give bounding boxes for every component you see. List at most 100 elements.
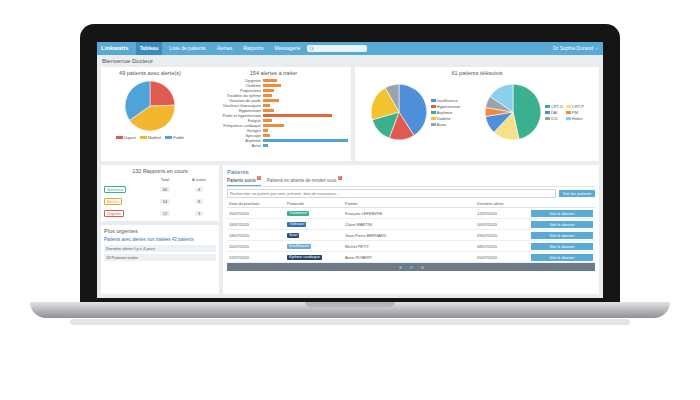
- legend-item: Insuffisance: [431, 98, 461, 103]
- open-record-button[interactable]: Voir le dossier: [531, 254, 593, 261]
- open-record-button[interactable]: Voir le dossier: [531, 221, 593, 228]
- search-button[interactable]: Voir les patients: [559, 190, 595, 197]
- logo[interactable]: Linkwatts: [101, 44, 129, 53]
- bar-track: [263, 104, 348, 107]
- monitored-card: 61 patients télésuivisInsuffisanceHypert…: [355, 67, 599, 161]
- status-badge[interactable]: Alertes: [104, 198, 122, 205]
- patient-cell: François LEFEBVRE: [343, 211, 475, 216]
- bottom-row: 132 Rapports en coursTotalÀ traiterNorma…: [101, 165, 599, 294]
- page-dot[interactable]: [410, 266, 413, 269]
- page-dot[interactable]: [421, 266, 424, 269]
- alerts-bar-section: 154 alertes à traiterDyspnéeOedèmePalpit…: [199, 70, 348, 158]
- protocol-tag: Télésuivi: [287, 222, 306, 227]
- legend-swatch: [431, 111, 436, 114]
- status-badge[interactable]: Normaux: [104, 186, 126, 193]
- legend-swatch: [165, 136, 172, 139]
- urgent-item[interactable]: 18 Patients traités: [104, 254, 216, 261]
- patient-cell: Anne ROBERT: [343, 255, 475, 260]
- reports-row: Normaux664: [104, 184, 216, 194]
- open-record-button[interactable]: Voir le dossier: [531, 232, 593, 239]
- status-badge[interactable]: Urgents: [104, 210, 124, 217]
- patients-table: Date du prochainProtocolePatientDernière…: [227, 200, 595, 271]
- laptop-bezel: Linkwatts TableauListe de patients Alertes…: [80, 24, 620, 302]
- nav-bar: Linkwatts TableauListe de patients Alertes…: [97, 42, 603, 55]
- reports-row: Urgents123: [104, 208, 216, 218]
- legend-item: Diabète: [431, 116, 461, 121]
- bar-row: Vertiges: [199, 128, 348, 133]
- nav-item[interactable]: Liste de patients: [165, 42, 209, 55]
- card-title: Patients: [227, 169, 595, 176]
- tab-badge: 5: [257, 176, 261, 180]
- table-row[interactable]: 15/07/2020TraitementFrançois LEFEBVRE12/…: [227, 208, 595, 219]
- nav-item[interactable]: Rapports: [239, 42, 267, 55]
- date-cell: 18/07/2020: [227, 233, 285, 238]
- legend-swatch: [431, 117, 436, 120]
- bar-label: Poids et hypertension: [199, 113, 261, 118]
- bar-label: Syncope: [199, 133, 261, 138]
- bar: [263, 99, 279, 102]
- search-field[interactable]: [307, 45, 367, 52]
- bar-row: Palpitations: [199, 88, 348, 93]
- bar: [263, 139, 348, 142]
- bar-label: Variation de poids: [199, 98, 261, 103]
- reports-card: 132 Rapports en coursTotalÀ traiterNorma…: [101, 165, 219, 221]
- legend-item: DAI: [545, 110, 563, 115]
- column-header: Total: [148, 177, 182, 182]
- table-row[interactable]: 18/07/2020SuiviJean-Pierre BERNARD09/07/…: [227, 230, 595, 241]
- tab[interactable]: Patients en attente de rendez-vous2: [267, 178, 342, 186]
- legend-swatch: [116, 136, 123, 139]
- column-header: À traiter: [182, 177, 216, 182]
- alert-cell: 09/07/2020: [475, 233, 529, 238]
- pie-group: CRT-DCRT-PDAIPMICDHolter: [484, 83, 584, 141]
- bar-label: Troubles du rythme: [199, 93, 261, 98]
- bar: [263, 129, 268, 132]
- nav-item[interactable]: Tableau: [136, 42, 163, 55]
- bar: [263, 124, 284, 127]
- table-row[interactable]: 22/07/2020Rythme cardiaqueAnne ROBERT05/…: [227, 252, 595, 263]
- legend-swatch: [431, 105, 436, 108]
- page-dot[interactable]: [399, 266, 402, 269]
- bar-row: Poids et hypertension: [199, 113, 348, 118]
- bar: [263, 134, 270, 137]
- bar-row: Syncope: [199, 133, 348, 138]
- bar-track: [263, 144, 348, 147]
- bar-row: Douleurs thoraciques: [199, 103, 348, 108]
- open-record-button[interactable]: Voir le dossier: [531, 210, 593, 217]
- nav-item[interactable]: Messagerie: [270, 42, 304, 55]
- legend-item: CRT-D: [545, 104, 563, 109]
- open-record-button[interactable]: Voir le dossier: [531, 243, 593, 250]
- pie-chart: [484, 83, 542, 141]
- nav-item[interactable]: Alertes: [213, 42, 237, 55]
- legend-item: Arythmie: [431, 110, 461, 115]
- page: Linkwatts TableauListe de patients Alertes…: [0, 0, 700, 400]
- urgent-item[interactable]: Dernière alerte il y a 4 jours: [104, 245, 216, 252]
- reports-row: Alertes548: [104, 196, 216, 206]
- bar-row: Arythmie: [199, 138, 348, 143]
- bar-label: Douleurs thoraciques: [199, 103, 261, 108]
- column-header: Dernière alerte: [475, 200, 529, 207]
- date-cell: 20/07/2020: [227, 244, 285, 249]
- pie-group: InsuffisanceHypertensionArythmieDiabèteA…: [370, 83, 461, 141]
- user-menu[interactable]: Dr Sophie Durand: [553, 45, 599, 53]
- bar-track: [263, 79, 348, 82]
- alerts-card: 49 patients avec alerte(s)UrgentModéréFa…: [101, 67, 351, 161]
- legend-item: Modéré: [140, 135, 162, 140]
- bar: [263, 89, 274, 92]
- bar: [263, 109, 274, 112]
- legend-item: Autre: [431, 122, 461, 127]
- tab[interactable]: Patients suivis5: [227, 178, 261, 186]
- legend-swatch: [566, 105, 571, 108]
- screen: Linkwatts TableauListe de patients Alertes…: [97, 42, 603, 298]
- search-row: Rechercher un patient par nom, prénom, d…: [227, 189, 595, 198]
- card-title: Plus urgentes: [104, 228, 216, 235]
- pie-slice: [150, 81, 175, 106]
- pie-chart: [124, 80, 176, 132]
- patient-search-field[interactable]: Rechercher un patient par nom, prénom, d…: [227, 189, 556, 198]
- bar-row: Fréquence cardiaque: [199, 123, 348, 128]
- bar-row: Fatigue: [199, 118, 348, 123]
- table-row[interactable]: 20/07/2020InsuffisanceMichel PETIT08/07/…: [227, 241, 595, 252]
- column-header: [529, 200, 595, 207]
- todo-cell: 4: [195, 187, 203, 192]
- table-row[interactable]: 16/07/2020TélésuiviClaire MARTIN10/07/20…: [227, 219, 595, 230]
- bar-row: Troubles du rythme: [199, 93, 348, 98]
